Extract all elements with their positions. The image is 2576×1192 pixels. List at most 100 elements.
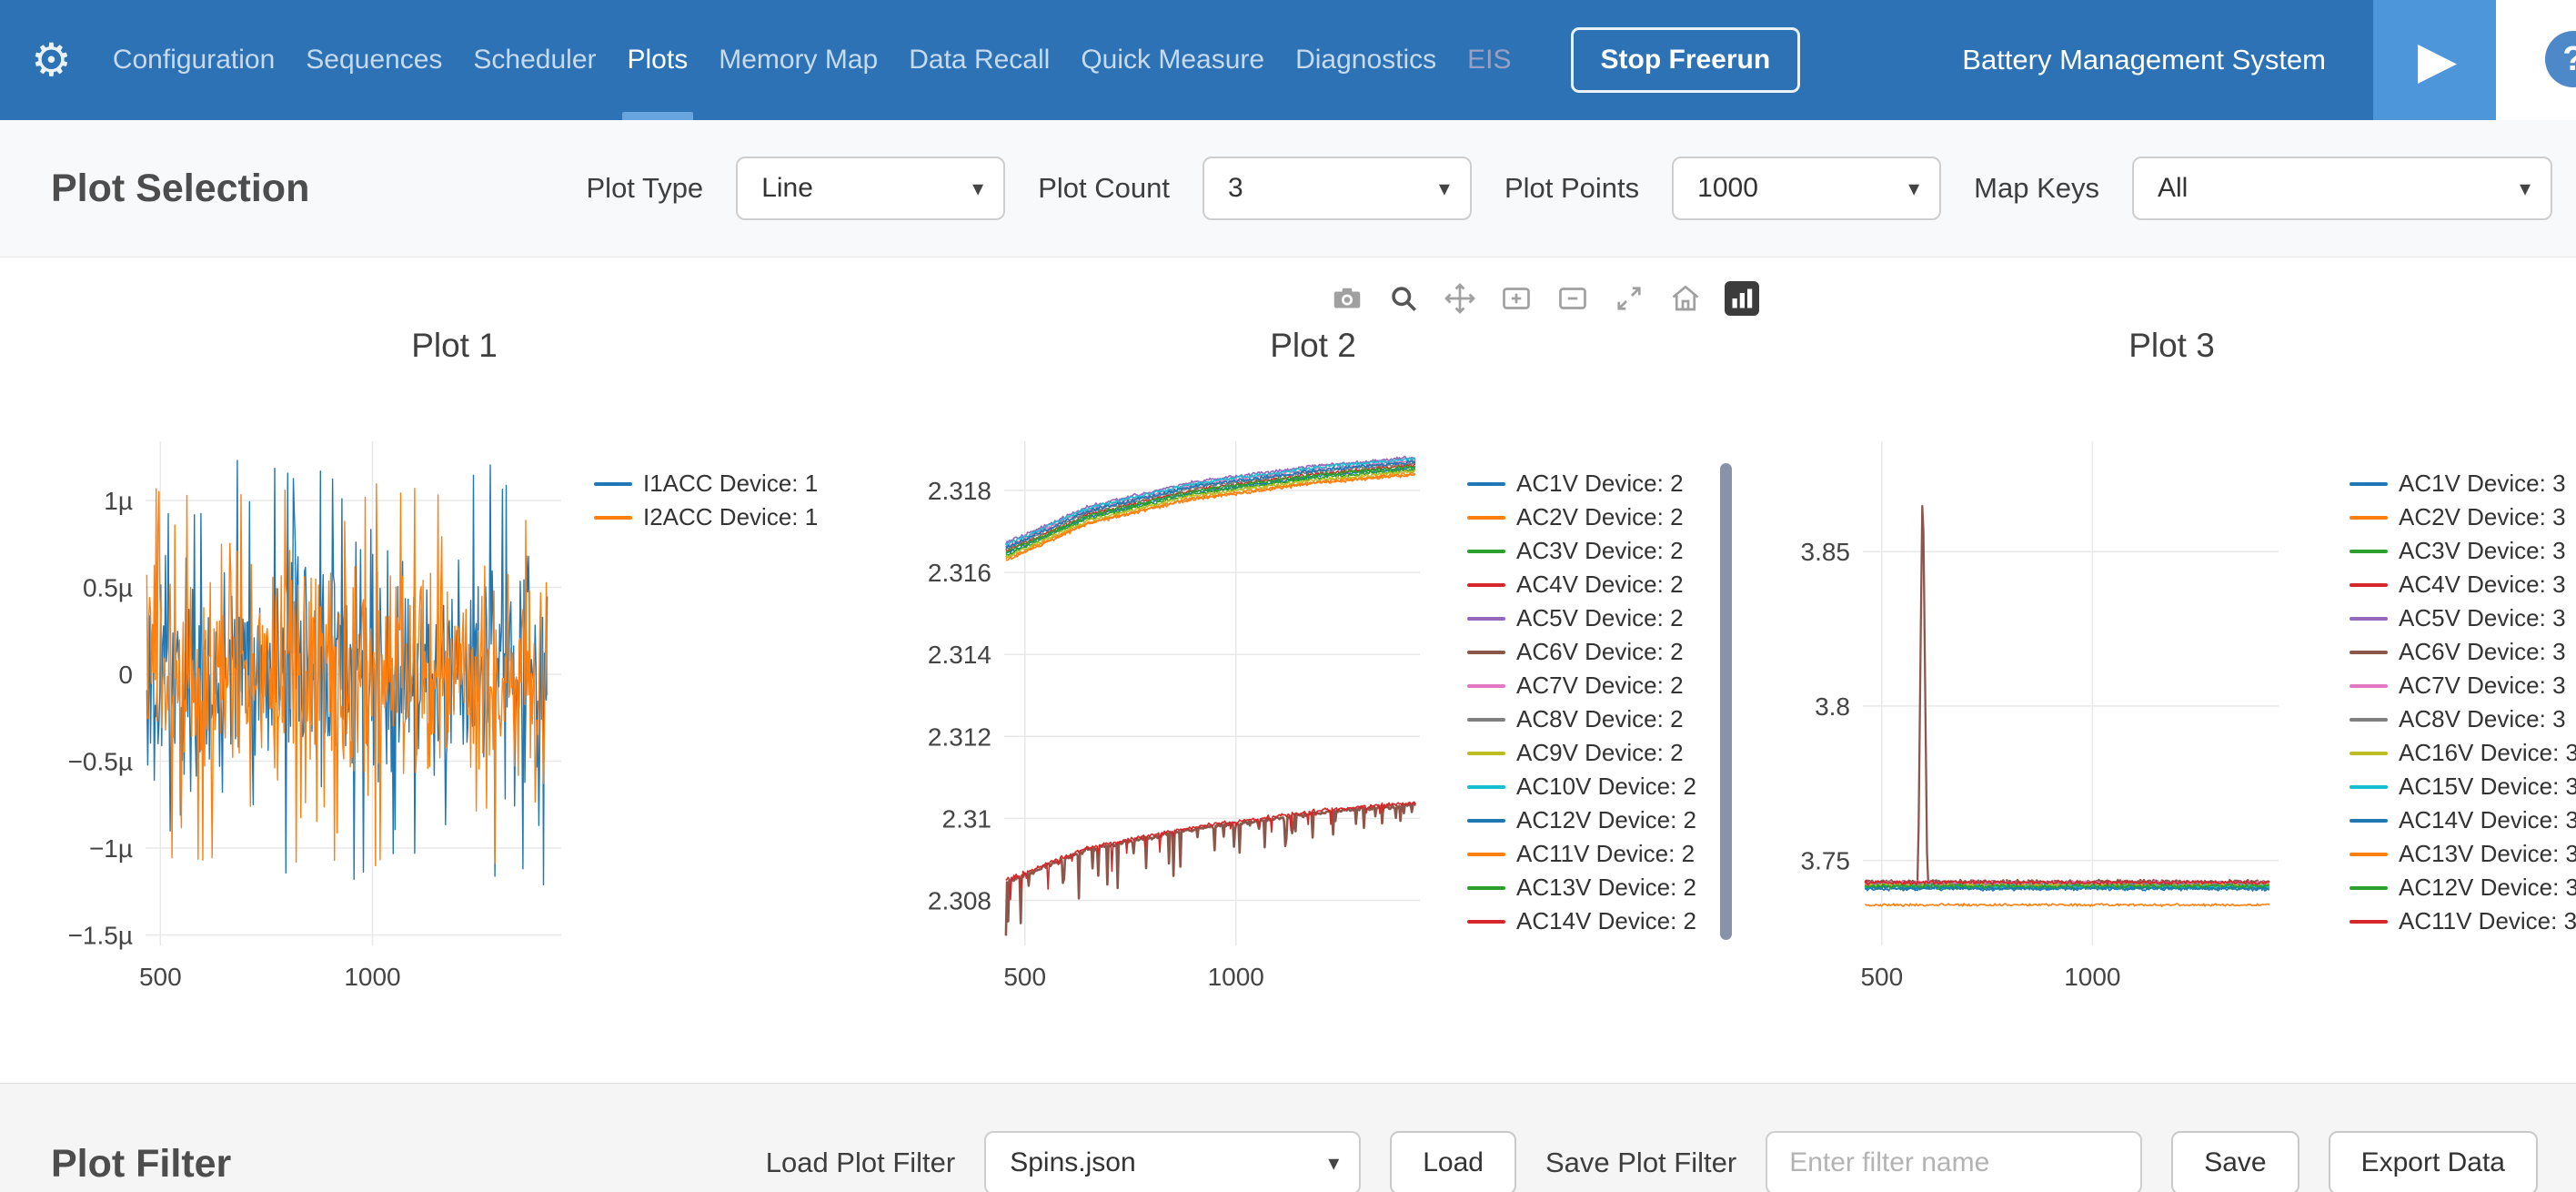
export-data-button[interactable]: Export Data: [2329, 1131, 2538, 1192]
save-button[interactable]: Save: [2171, 1131, 2299, 1192]
chevron-down-icon: ▾: [1439, 176, 1450, 202]
load-filter-select[interactable]: Spins.json ▾: [984, 1131, 1361, 1192]
legend-swatch: [2350, 482, 2388, 486]
legend-item[interactable]: AC14V Device: 2: [1467, 904, 1696, 938]
nav-item-configuration[interactable]: Configuration: [113, 0, 275, 120]
autoscale-icon[interactable]: [1612, 281, 1646, 316]
legend-swatch: [1467, 752, 1505, 755]
chevron-down-icon: ▾: [1908, 176, 1919, 202]
legend-item[interactable]: AC7V Device: 2: [1467, 669, 1696, 702]
legend-item[interactable]: AC13V Device: 2: [1467, 871, 1696, 904]
legend-item[interactable]: AC3V Device: 3: [2350, 534, 2576, 568]
plot-points-select[interactable]: 1000 ▾: [1672, 157, 1941, 220]
legend-scrollbar[interactable]: [1720, 463, 1732, 940]
legend-item[interactable]: AC9V Device: 2: [1467, 736, 1696, 770]
legend-item[interactable]: AC8V Device: 3: [2350, 702, 2576, 736]
nav-item-plots[interactable]: Plots: [628, 0, 689, 120]
plot-canvas-2[interactable]: 50010002.3182.3162.3142.3122.312.308: [909, 421, 1427, 1008]
plot-type-select[interactable]: Line ▾: [736, 157, 1005, 220]
legend-item[interactable]: AC10V Device: 2: [1467, 770, 1696, 803]
legend-item[interactable]: I1ACC Device: 1: [594, 467, 818, 500]
legend-swatch: [594, 482, 632, 486]
svg-text:1000: 1000: [1208, 963, 1264, 991]
legend-swatch: [1467, 583, 1505, 587]
svg-text:2.316: 2.316: [928, 559, 991, 587]
nav-item-data-recall[interactable]: Data Recall: [909, 0, 1050, 120]
legend-swatch: [2350, 853, 2388, 856]
nav-item-sequences[interactable]: Sequences: [306, 0, 442, 120]
plot-canvas-1[interactable]: 50010001µ0.5µ0−0.5µ−1µ−1.5µ: [50, 421, 569, 1008]
legend-item[interactable]: AC15V Device: 3: [2350, 770, 2576, 803]
legend-item[interactable]: AC16V Device: 3: [2350, 736, 2576, 770]
legend-item[interactable]: AC12V Device: 2: [1467, 803, 1696, 837]
chevron-down-icon: ▾: [972, 176, 983, 202]
legend-label: AC8V Device: 2: [1516, 705, 1684, 733]
legend-swatch: [1467, 853, 1505, 856]
zoom-in-icon[interactable]: [1499, 281, 1534, 316]
plot-panels: Plot 1 50010001µ0.5µ0−0.5µ−1µ−1.5µ I1ACC…: [0, 258, 2576, 1008]
legend-item[interactable]: AC3V Device: 2: [1467, 534, 1696, 568]
chevron-down-icon: ▾: [2520, 176, 2531, 202]
legend-swatch: [1467, 516, 1505, 520]
plot-count-select[interactable]: 3 ▾: [1202, 157, 1472, 220]
legend-item[interactable]: AC8V Device: 2: [1467, 702, 1696, 736]
legend-label: AC14V Device: 2: [1516, 907, 1696, 935]
plot-title: Plot 2: [909, 326, 1717, 366]
svg-text:0.5µ: 0.5µ: [83, 573, 133, 601]
nav-item-quick-measure[interactable]: Quick Measure: [1081, 0, 1264, 120]
legend-item[interactable]: AC5V Device: 3: [2350, 601, 2576, 635]
help-corner: ?: [2496, 0, 2576, 120]
legend-item[interactable]: AC4V Device: 2: [1467, 568, 1696, 601]
svg-text:1µ: 1µ: [104, 487, 133, 515]
legend-label: AC6V Device: 2: [1516, 638, 1684, 666]
zoom-out-icon[interactable]: [1555, 281, 1590, 316]
help-icon[interactable]: ?: [2545, 31, 2576, 87]
svg-text:2.308: 2.308: [928, 886, 991, 914]
filter-name-input[interactable]: [1766, 1131, 2142, 1192]
legend-item[interactable]: AC13V Device: 3: [2350, 837, 2576, 871]
legend-item[interactable]: I2ACC Device: 1: [594, 500, 818, 534]
pan-icon[interactable]: [1443, 281, 1477, 316]
camera-icon[interactable]: [1330, 281, 1364, 316]
top-navbar: ⚙ Configuration Sequences Scheduler Plot…: [0, 0, 2576, 120]
legend-item[interactable]: AC1V Device: 2: [1467, 467, 1696, 500]
plot-title: Plot 1: [50, 326, 859, 366]
nav-item-diagnostics[interactable]: Diagnostics: [1295, 0, 1436, 120]
plot-legend-2: AC1V Device: 2AC2V Device: 2AC3V Device:…: [1467, 421, 1696, 1008]
legend-item[interactable]: AC11V Device: 2: [1467, 837, 1696, 871]
legend-item[interactable]: AC6V Device: 2: [1467, 635, 1696, 669]
home-icon[interactable]: [1668, 281, 1703, 316]
legend-item[interactable]: AC6V Device: 3: [2350, 635, 2576, 669]
legend-item[interactable]: AC7V Device: 3: [2350, 669, 2576, 702]
nav-item-memory-map[interactable]: Memory Map: [719, 0, 878, 120]
legend-item[interactable]: AC1V Device: 3: [2350, 467, 2576, 500]
legend-item[interactable]: AC12V Device: 3: [2350, 871, 2576, 904]
legend-item[interactable]: AC2V Device: 2: [1467, 500, 1696, 534]
legend-item[interactable]: AC4V Device: 3: [2350, 568, 2576, 601]
load-plot-filter-label: Load Plot Filter: [766, 1147, 956, 1179]
toggle-spikelines-icon[interactable]: [1725, 281, 1759, 316]
legend-item[interactable]: AC14V Device: 3: [2350, 803, 2576, 837]
legend-item[interactable]: AC2V Device: 3: [2350, 500, 2576, 534]
legend-item[interactable]: AC11V Device: 3: [2350, 904, 2576, 938]
gear-icon[interactable]: ⚙: [31, 34, 72, 86]
legend-swatch: [2350, 752, 2388, 755]
legend-swatch: [2350, 550, 2388, 553]
legend-label: AC10V Device: 2: [1516, 773, 1696, 801]
plot-canvas-3[interactable]: 50010003.853.83.75: [1767, 421, 2286, 1008]
nav-item-scheduler[interactable]: Scheduler: [473, 0, 596, 120]
plot-points-label: Plot Points: [1504, 172, 1639, 205]
legend-swatch: [2350, 684, 2388, 688]
legend-swatch: [594, 516, 632, 520]
zoom-icon[interactable]: [1386, 281, 1421, 316]
play-icon: ▶: [2418, 30, 2457, 90]
load-button[interactable]: Load: [1390, 1131, 1516, 1192]
svg-text:2.318: 2.318: [928, 477, 991, 505]
stop-freerun-button[interactable]: Stop Freerun: [1571, 27, 1801, 93]
legend-item[interactable]: AC5V Device: 2: [1467, 601, 1696, 635]
play-button[interactable]: ▶: [2373, 0, 2496, 120]
plot-legend-1: I1ACC Device: 1I2ACC Device: 1: [594, 421, 818, 1008]
legend-swatch: [2350, 718, 2388, 722]
svg-text:2.31: 2.31: [942, 804, 992, 833]
map-keys-select[interactable]: All ▾: [2132, 157, 2552, 220]
